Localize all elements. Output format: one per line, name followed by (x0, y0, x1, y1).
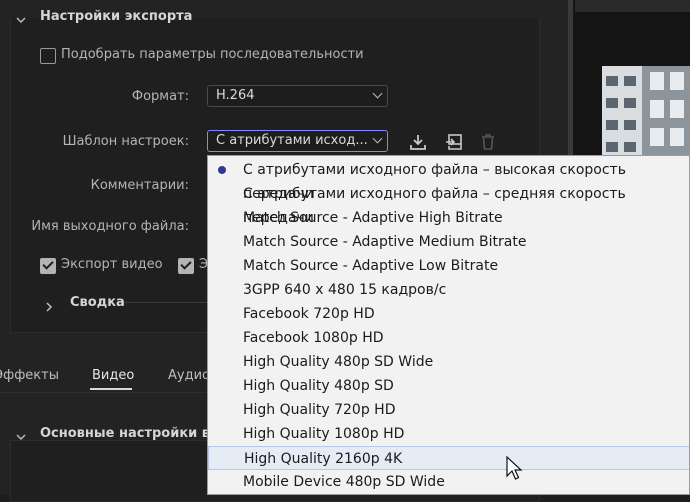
output-name-label: Имя выходного файла: (31, 219, 189, 234)
preset-option-label: High Quality 720p HD (243, 402, 396, 418)
radio-selected-icon (218, 166, 226, 174)
preset-option-label: High Quality 2160p 4K (244, 451, 403, 467)
import-preset-icon[interactable] (444, 132, 464, 152)
preset-option-label: Match Source - Adaptive High Bitrate (243, 210, 503, 226)
chevron-right-icon[interactable] (44, 297, 54, 312)
preset-option-label: Mobile Device 480p SD Wide (243, 474, 445, 490)
chevron-down-icon (372, 133, 383, 144)
preset-option-label: High Quality 1080p HD (243, 426, 405, 442)
preset-option[interactable]: 3GPP 640 x 480 15 кадров/с (208, 278, 689, 302)
format-value: H.264 (216, 88, 255, 103)
preset-option[interactable]: Match Source - Adaptive Medium Bitrate (208, 230, 689, 254)
tabs-divider (0, 392, 208, 393)
tab-video[interactable]: Видео (92, 368, 134, 383)
preset-option-label: Match Source - Adaptive Low Bitrate (243, 258, 499, 274)
preset-option-label: Match Source - Adaptive Medium Bitrate (243, 234, 527, 250)
preset-option-label: Facebook 1080p HD (243, 330, 384, 346)
collapse-section-icon[interactable] (16, 10, 26, 24)
preview-top-bar (575, 0, 690, 12)
preset-option[interactable]: Facebook 720p HD (208, 302, 689, 326)
tab-video-underline (90, 388, 132, 390)
preset-option[interactable]: Mobile Device 480p SD Wide (208, 470, 689, 494)
tab-audio[interactable]: Аудио (168, 368, 210, 383)
collapse-video-section-icon[interactable] (16, 427, 26, 441)
preset-option[interactable]: Match Source - Adaptive High Bitrate (208, 206, 689, 230)
match-sequence-label: Подобрать параметры последовательности (61, 47, 364, 62)
preset-value: С атрибутами исход... (216, 133, 368, 148)
preset-option[interactable]: Match Source - Adaptive Low Bitrate (208, 254, 689, 278)
tab-effects[interactable]: Эффекты (0, 368, 59, 383)
comments-label: Комментарии: (90, 178, 189, 193)
export-video-label: Экспорт видео (61, 257, 163, 272)
save-preset-icon[interactable] (408, 132, 428, 152)
export-settings-title: Настройки экспорта (40, 9, 193, 24)
summary-label[interactable]: Сводка (70, 295, 125, 310)
preset-option[interactable]: Facebook 1080p HD (208, 326, 689, 350)
preset-option[interactable]: С атрибутами исходного файла – средняя с… (208, 182, 689, 226)
preset-label: Шаблон настроек: (62, 134, 189, 149)
preset-option-label: High Quality 480p SD (243, 378, 394, 394)
preset-option[interactable]: High Quality 480p SD (208, 374, 689, 398)
preset-dropdown-list[interactable]: С атрибутами исходного файла – высокая с… (207, 155, 690, 495)
summary-divider (124, 302, 208, 303)
preset-option-label: 3GPP 640 x 480 15 кадров/с (243, 282, 447, 298)
format-label: Формат: (131, 89, 189, 104)
export-video-checkbox[interactable] (40, 258, 56, 274)
preset-option[interactable]: High Quality 1080p HD (208, 422, 689, 446)
chevron-down-icon (372, 88, 383, 99)
preset-option-label: Facebook 720p HD (243, 306, 375, 322)
match-sequence-checkbox[interactable] (40, 48, 56, 64)
video-section-title: Основные настройки вид (40, 426, 230, 441)
format-select[interactable]: H.264 (207, 85, 388, 107)
delete-preset-icon[interactable] (478, 132, 498, 152)
preset-select[interactable]: С атрибутами исход... (207, 130, 388, 152)
mouse-pointer-icon (506, 455, 524, 482)
export-audio-checkbox[interactable] (178, 258, 194, 274)
preset-option-label: High Quality 480p SD Wide (243, 354, 434, 370)
preset-option[interactable]: High Quality 2160p 4K (208, 446, 689, 470)
preset-option[interactable]: High Quality 480p SD Wide (208, 350, 689, 374)
preset-option[interactable]: С атрибутами исходного файла – высокая с… (208, 158, 689, 202)
preset-option[interactable]: High Quality 720p HD (208, 398, 689, 422)
